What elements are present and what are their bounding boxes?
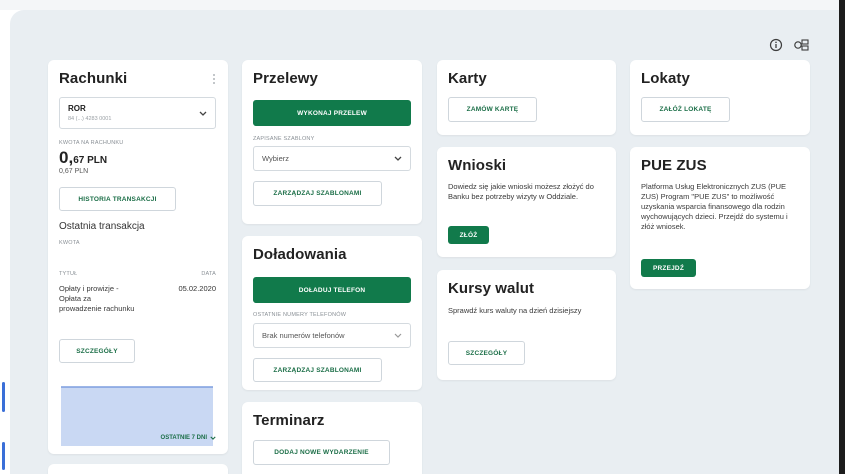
range-label: OSTATNIE 7 DNI [160, 435, 207, 441]
next-card-partial [48, 464, 228, 474]
window-top-edge [0, 0, 845, 10]
manage-topup-templates-button[interactable]: ZARZĄDZAJ SZABLONAMI [253, 358, 382, 382]
kursy-title: Kursy walut [448, 280, 535, 297]
col-date-label: DATA [201, 271, 216, 277]
terminarz-title: Terminarz [253, 412, 325, 429]
details-button[interactable]: SZCZEGÓŁY [59, 339, 135, 363]
recent-numbers-select[interactable]: Brak numerów telefonów [253, 323, 411, 348]
order-card-button[interactable]: ZAMÓW KARTĘ [448, 97, 537, 122]
col-title-label: TYTUŁ [59, 271, 78, 277]
doladowania-title: Doładowania [253, 246, 347, 263]
pue-zus-title: PUE ZUS [641, 157, 707, 174]
balance-label: KWOTA NA RACHUNKU [59, 140, 124, 146]
kebab-menu-icon[interactable] [212, 72, 216, 90]
range-selector[interactable]: OSTATNIE 7 DNI [161, 435, 216, 441]
wnioski-card: Wnioski Dowiedz się jakie wnioski możesz… [437, 147, 616, 257]
submit-application-button[interactable]: ZŁÓŻ [448, 226, 489, 244]
pue-zus-text: Platforma Usług Elektronicznych ZUS (PUE… [641, 182, 788, 231]
left-edge-marks [0, 380, 8, 474]
execute-transfer-button[interactable]: WYKONAJ PRZELEW [253, 100, 411, 126]
recent-numbers-value: Brak numerów telefonów [262, 331, 345, 340]
terminarz-card: Terminarz DODAJ NOWE WYDARZENIE [242, 402, 422, 474]
kursy-text: Sprawdź kurs waluty na dzień dzisiejszy [448, 306, 582, 315]
chevron-down-icon [210, 436, 216, 440]
rachunki-card: Rachunki ROR 84 (...) 4283 0001 KWOTA NA… [48, 60, 228, 454]
transaction-date: 05.02.2020 [178, 284, 216, 293]
recent-numbers-label: OSTATNIE NUMERY TELEFONÓW [253, 312, 347, 318]
pue-zus-card: PUE ZUS Platforma Usług Elektronicznych … [630, 147, 810, 289]
go-to-pue-button[interactable]: PRZEJDŹ [641, 259, 696, 277]
templates-select-value: Wybierz [262, 154, 290, 163]
przelewy-title: Przelewy [253, 70, 319, 87]
lokaty-title: Lokaty [641, 70, 690, 87]
account-number: 84 (...) 4283 0001 [68, 116, 112, 122]
history-button[interactable]: HISTORIA TRANSAKCJI [59, 187, 176, 211]
templates-label: ZAPISANE SZABLONY [253, 136, 315, 142]
topup-phone-button[interactable]: DOŁADUJ TELEFON [253, 277, 411, 303]
balance-integer: 0, [59, 148, 74, 167]
last-transaction-title: Ostatnia transakcja [59, 221, 145, 232]
add-event-button[interactable]: DODAJ NOWE WYDARZENIE [253, 440, 390, 465]
open-deposit-button[interactable]: ZAŁÓŻ LOKATĘ [641, 97, 730, 122]
amount-label: KWOTA [59, 240, 80, 246]
top-toolbar [769, 38, 809, 52]
rates-details-button[interactable]: SZCZEGÓŁY [448, 341, 525, 365]
transaction-title: Opłaty i prowizje - Opłata za prowadzeni… [59, 284, 135, 313]
layout-settings-icon[interactable] [793, 38, 809, 52]
chevron-down-icon [199, 111, 207, 116]
chevron-down-icon [394, 333, 402, 338]
karty-card: Karty ZAMÓW KARTĘ [437, 60, 616, 135]
przelewy-card: Przelewy WYKONAJ PRZELEW ZAPISANE SZABLO… [242, 60, 422, 224]
window-right-edge [839, 0, 845, 474]
balance-amount: 0,67 PLN [59, 148, 107, 168]
templates-select[interactable]: Wybierz [253, 146, 411, 171]
chevron-down-icon [394, 156, 402, 161]
account-type: ROR [68, 104, 86, 113]
kursy-card: Kursy walut Sprawdź kurs waluty na dzień… [437, 270, 616, 380]
wnioski-title: Wnioski [448, 157, 507, 174]
balance-decimal: 67 PLN [73, 155, 108, 166]
lokaty-card: Lokaty ZAŁÓŻ LOKATĘ [630, 60, 810, 135]
wnioski-text: Dowiedz się jakie wnioski możesz złożyć … [448, 182, 594, 201]
balance-sub: 0,67 PLN [59, 168, 89, 175]
account-selector[interactable]: ROR 84 (...) 4283 0001 [59, 97, 216, 129]
doladowania-card: Doładowania DOŁADUJ TELEFON OSTATNIE NUM… [242, 236, 422, 390]
rachunki-title: Rachunki [59, 70, 128, 87]
manage-templates-button[interactable]: ZARZĄDZAJ SZABLONAMI [253, 181, 382, 206]
karty-title: Karty [448, 70, 487, 87]
info-icon[interactable] [769, 38, 783, 52]
